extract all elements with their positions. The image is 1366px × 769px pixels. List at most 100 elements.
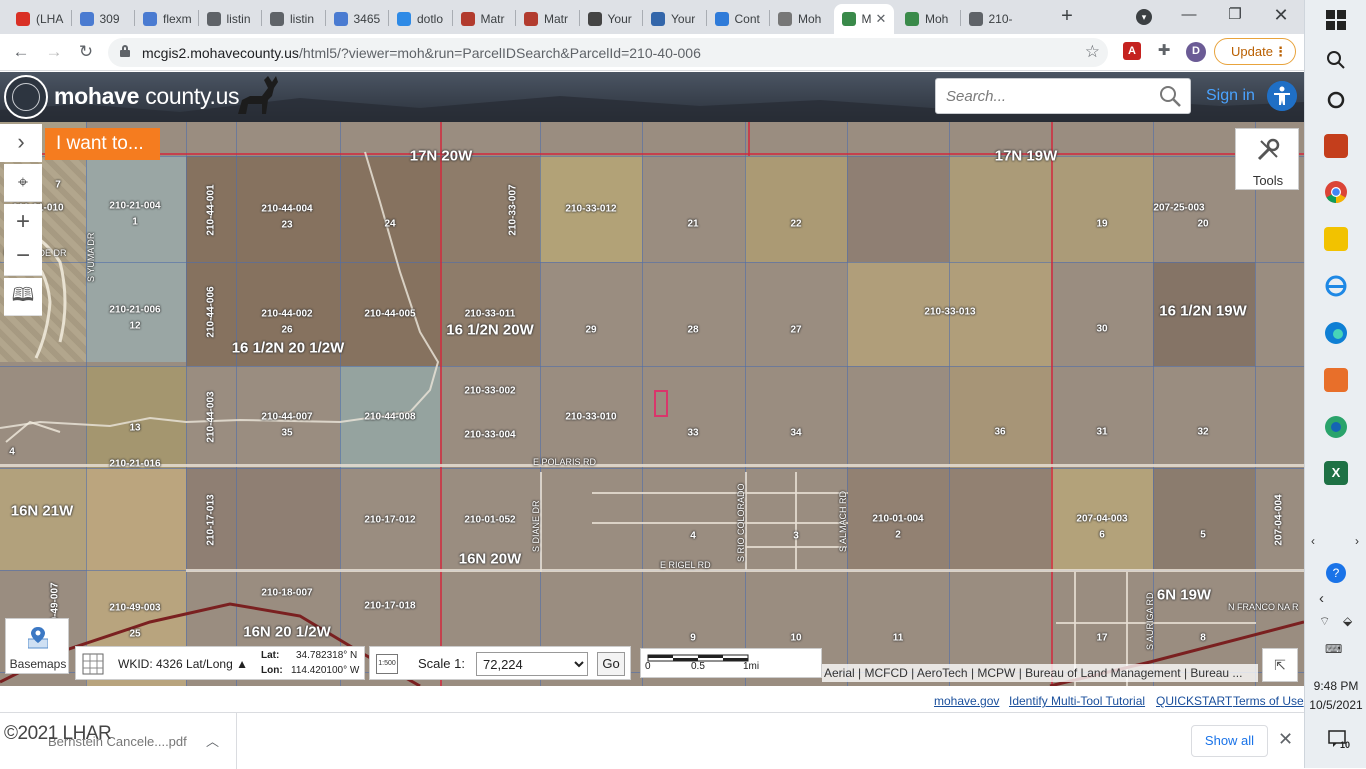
i-want-to-button[interactable]: I want to... — [45, 128, 160, 160]
show-hidden-icons-chevron[interactable]: ‹ — [1319, 590, 1324, 607]
parcel-label[interactable]: 17 — [1096, 633, 1107, 644]
parcel-label[interactable]: 11 — [893, 633, 904, 644]
parcel-label[interactable]: 28 — [687, 325, 698, 336]
browser-tab[interactable]: (LHA — [8, 4, 68, 34]
parcel-label[interactable]: 210-44-005 — [364, 309, 415, 320]
parcel-label[interactable]: 4 — [690, 531, 696, 542]
scroll-right-icon[interactable]: › — [1355, 534, 1359, 548]
wifi-icon[interactable]: ⌔ — [1319, 614, 1330, 629]
windows-start-icon[interactable] — [1324, 8, 1348, 32]
scale-select[interactable]: 72,224 — [476, 652, 588, 676]
parcel-label[interactable]: 210-44-004 — [261, 204, 312, 215]
download-bar-close-icon[interactable]: ✕ — [1278, 729, 1293, 750]
browser-tab[interactable]: listin — [262, 4, 322, 34]
edge-dev-icon[interactable] — [1324, 415, 1348, 439]
parcel-label[interactable]: 207-25-003 — [1153, 203, 1204, 214]
site-logo[interactable]: mohave county.us — [54, 83, 240, 110]
scroll-left-icon[interactable]: ‹ — [1311, 534, 1315, 548]
selected-parcel-highlight[interactable] — [654, 390, 668, 417]
search-icon[interactable] — [1158, 84, 1182, 108]
parcel-label[interactable]: 210-21-004 — [109, 201, 160, 212]
parcel-label[interactable]: 9 — [690, 633, 696, 644]
file-explorer-icon[interactable] — [1324, 227, 1348, 251]
edge-icon[interactable] — [1324, 321, 1348, 345]
browser-tab[interactable]: dotlo — [389, 4, 449, 34]
browser-tab[interactable]: 309 — [72, 4, 132, 34]
reload-icon[interactable]: ↻ — [75, 41, 97, 63]
parcel-label[interactable]: 32 — [1197, 427, 1208, 438]
sign-in-link[interactable]: Sign in — [1206, 87, 1255, 105]
parcel-label[interactable]: 25 — [129, 629, 140, 640]
parcel-label[interactable]: 30 — [1096, 324, 1107, 335]
parcel-label[interactable]: 35 — [281, 428, 292, 439]
parcel-label[interactable]: 210-44-002 — [261, 309, 312, 320]
parcel-label[interactable]: 10 — [790, 633, 801, 644]
parcel-label[interactable]: 210-33-007 — [508, 184, 519, 235]
parcel-label[interactable]: 22 — [790, 219, 801, 230]
parcel-label[interactable]: 4 — [9, 447, 15, 458]
bookmarks-book-icon[interactable]: 🕮 — [4, 278, 42, 316]
tab-search-button[interactable]: ▾ — [1136, 9, 1152, 25]
parcel-label[interactable]: 3 — [793, 531, 799, 542]
parcel-label[interactable]: 24 — [384, 219, 395, 230]
lock-icon[interactable] — [120, 45, 130, 57]
browser-tab[interactable]: listin — [199, 4, 259, 34]
parcel-label[interactable]: 27 — [790, 325, 801, 336]
cortana-icon[interactable] — [1324, 88, 1348, 112]
bookmark-star-icon[interactable]: ☆ — [1085, 42, 1100, 62]
parcel-label[interactable]: 210-33-010 — [565, 412, 616, 423]
county-seal-logo[interactable] — [4, 75, 48, 119]
locate-me-icon[interactable]: ⌖ — [4, 164, 42, 202]
parcel-label[interactable]: 1 — [132, 217, 138, 228]
window-close-button[interactable]: ✕ — [1266, 4, 1296, 26]
forward-arrow-icon[interactable]: → — [43, 41, 65, 63]
parcel-label[interactable]: 207-04-003 — [1076, 514, 1127, 525]
footer-link[interactable]: mohave.gov — [934, 694, 999, 708]
dropbox-icon[interactable]: ⬙ — [1343, 614, 1352, 628]
site-search-input[interactable] — [936, 79, 1146, 113]
parcel-label[interactable]: 207-04-004 — [1274, 494, 1285, 545]
chrome-icon[interactable] — [1324, 180, 1348, 204]
collapse-arrow-icon[interactable]: ⇱ — [1262, 648, 1298, 682]
basemaps-button[interactable]: Basemaps — [5, 618, 69, 674]
parcel-label[interactable]: 29 — [585, 325, 596, 336]
download-item[interactable]: Bernstein Cancele....pdf ©2021 LHAR ︿ — [0, 713, 237, 769]
address-bar[interactable]: mcgis2.mohavecounty.us/html5/?viewer=moh… — [108, 38, 1108, 67]
browser-tab[interactable]: 210- — [961, 4, 1021, 34]
taskbar-search-icon[interactable] — [1324, 48, 1348, 72]
back-arrow-icon[interactable]: ← — [10, 41, 32, 63]
help-icon[interactable]: ? — [1326, 563, 1346, 583]
internet-explorer-icon[interactable] — [1324, 274, 1348, 298]
browser-tab[interactable]: Matr — [516, 4, 576, 34]
parcel-label[interactable]: 21 — [687, 219, 698, 230]
parcel-label[interactable]: 6 — [1099, 530, 1105, 541]
update-button[interactable]: Update ⋮ — [1214, 38, 1296, 65]
show-all-button[interactable]: Show all — [1191, 725, 1268, 757]
media-player-icon[interactable] — [1324, 368, 1348, 392]
browser-tab[interactable]: Cont — [707, 4, 767, 34]
parcel-label[interactable]: 210-33-012 — [565, 204, 616, 215]
accessibility-icon[interactable] — [1267, 81, 1297, 111]
taskbar-clock-date[interactable]: 10/5/2021 — [1305, 698, 1366, 712]
browser-tab[interactable]: Your — [643, 4, 703, 34]
parcel-label[interactable]: 210-33-011 — [465, 309, 516, 320]
parcel-label[interactable]: 210-01-052 — [464, 515, 515, 526]
parcel-label[interactable]: 210-44-008 — [364, 412, 415, 423]
footer-link[interactable]: Identify Multi-Tool Tutorial — [1009, 694, 1145, 708]
parcel-label[interactable]: 210-33-004 — [464, 430, 515, 441]
tools-button[interactable]: Tools — [1235, 128, 1299, 190]
taskbar-clock-time[interactable]: 9:48 PM — [1305, 679, 1366, 693]
parcel-label[interactable]: 20 — [1197, 219, 1208, 230]
browser-tab[interactable]: Matr — [453, 4, 513, 34]
parcel-label[interactable]: 210-44-001 — [206, 184, 217, 235]
parcel-label[interactable]: 2 — [895, 530, 901, 541]
parcel-label[interactable]: 210-49-003 — [109, 603, 160, 614]
parcel-label[interactable]: 210-33-002 — [464, 386, 515, 397]
parcel-label[interactable]: 7 — [55, 180, 61, 191]
extensions-puzzle-icon[interactable]: ✚ — [1155, 42, 1173, 60]
parcel-label[interactable]: 210-33-013 — [924, 307, 975, 318]
zoom-in-button[interactable]: + — [4, 204, 42, 242]
footer-link[interactable]: QUICKSTART — [1156, 694, 1232, 708]
parcel-map[interactable]: 17N 20W 17N 19W 16 1/2N 20W 16 1/2N 20 1/2W… — [0, 122, 1304, 686]
keyboard-icon[interactable]: ⌨ — [1325, 642, 1342, 656]
